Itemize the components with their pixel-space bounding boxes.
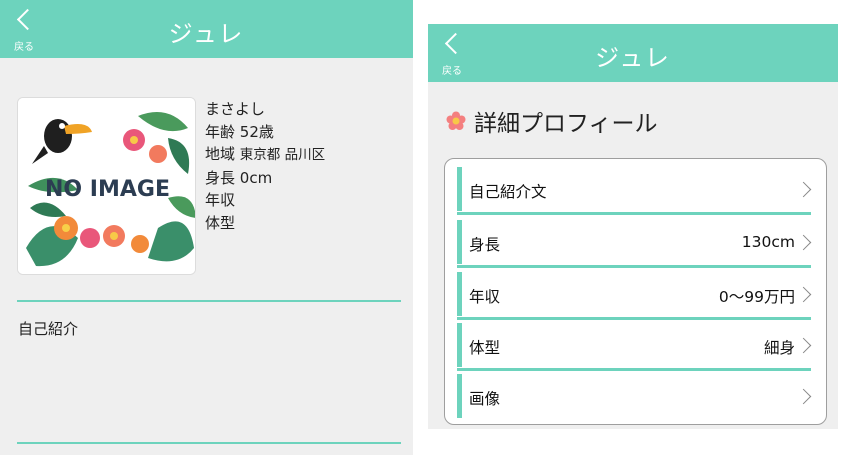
accent-bar <box>457 167 462 211</box>
app-title: ジュレ <box>595 44 671 72</box>
app-title: ジュレ <box>168 20 245 48</box>
list-item-body-type[interactable]: 体型 細身 <box>457 323 812 371</box>
chevron-right-icon <box>795 234 812 251</box>
section-heading: 詳細プロフィール <box>446 104 658 138</box>
detail-profile-screen: 戻る ジュレ 詳細プロフィール 自己紹介文 身長 130cm 年収 0〜99万円… <box>428 24 838 429</box>
item-underline <box>457 368 811 371</box>
chevron-right-icon <box>795 286 812 303</box>
item-label: 年収 <box>469 288 501 306</box>
profile-summary: まさよし 年齢 52歳 地域 東京都 品川区 身長 0cm 年収 体型 <box>205 98 325 234</box>
item-label: 自己紹介文 <box>469 183 547 201</box>
age-value: 52歳 <box>239 122 274 141</box>
item-value: 0〜99万円 <box>718 288 795 306</box>
profile-photo[interactable]: NO IMAGE <box>17 97 196 275</box>
item-value: 130cm <box>741 233 795 251</box>
profile-region: 地域 東京都 品川区 <box>205 143 325 167</box>
region-value: 東京都 品川区 <box>239 147 326 163</box>
no-image-placeholder-icon: NO IMAGE <box>18 98 195 274</box>
height-value: 0cm <box>239 168 273 187</box>
item-underline <box>457 265 811 268</box>
list-item-income[interactable]: 年収 0〜99万円 <box>457 272 812 320</box>
section-title: 詳細プロフィール <box>474 111 658 137</box>
item-label: 体型 <box>469 339 501 357</box>
detail-list: 自己紹介文 身長 130cm 年収 0〜99万円 体型 細身 画像 <box>444 158 827 425</box>
section-divider <box>17 300 401 302</box>
list-item-images[interactable]: 画像 <box>457 374 812 422</box>
chevron-right-icon <box>795 388 812 405</box>
app-header: 戻る ジュレ <box>0 0 413 58</box>
profile-height: 身長 0cm <box>205 167 325 190</box>
list-item-self-intro[interactable]: 自己紹介文 <box>457 167 812 215</box>
profile-income: 年収 <box>205 191 236 209</box>
list-item-height[interactable]: 身長 130cm <box>457 220 812 268</box>
accent-bar <box>457 272 462 316</box>
item-value: 細身 <box>763 339 795 357</box>
self-intro-label: 自己紹介 <box>18 320 79 338</box>
profile-name: まさよし <box>205 100 266 118</box>
accent-bar <box>457 323 462 367</box>
profile-body-type: 体型 <box>205 213 236 232</box>
profile-screen: 戻る ジュレ NO IMAGE まさよし 年齢 52歳 地域 東京都 品川区 身… <box>0 0 413 455</box>
no-image-text: NO IMAGE <box>45 177 170 202</box>
height-label: 身長 <box>205 168 236 187</box>
accent-bar <box>457 220 462 264</box>
section-divider <box>17 442 401 444</box>
app-header: 戻る ジュレ <box>428 24 838 82</box>
profile-age: 年齢 52歳 <box>205 121 325 144</box>
item-underline <box>457 212 811 215</box>
chevron-right-icon <box>795 337 812 354</box>
item-label: 身長 <box>469 236 501 254</box>
age-label: 年齢 <box>205 122 236 141</box>
item-label: 画像 <box>469 390 501 408</box>
accent-bar <box>457 374 462 418</box>
chevron-right-icon <box>795 181 812 198</box>
region-label: 地域 <box>205 145 236 163</box>
item-underline <box>457 317 811 320</box>
flower-icon <box>446 111 466 130</box>
